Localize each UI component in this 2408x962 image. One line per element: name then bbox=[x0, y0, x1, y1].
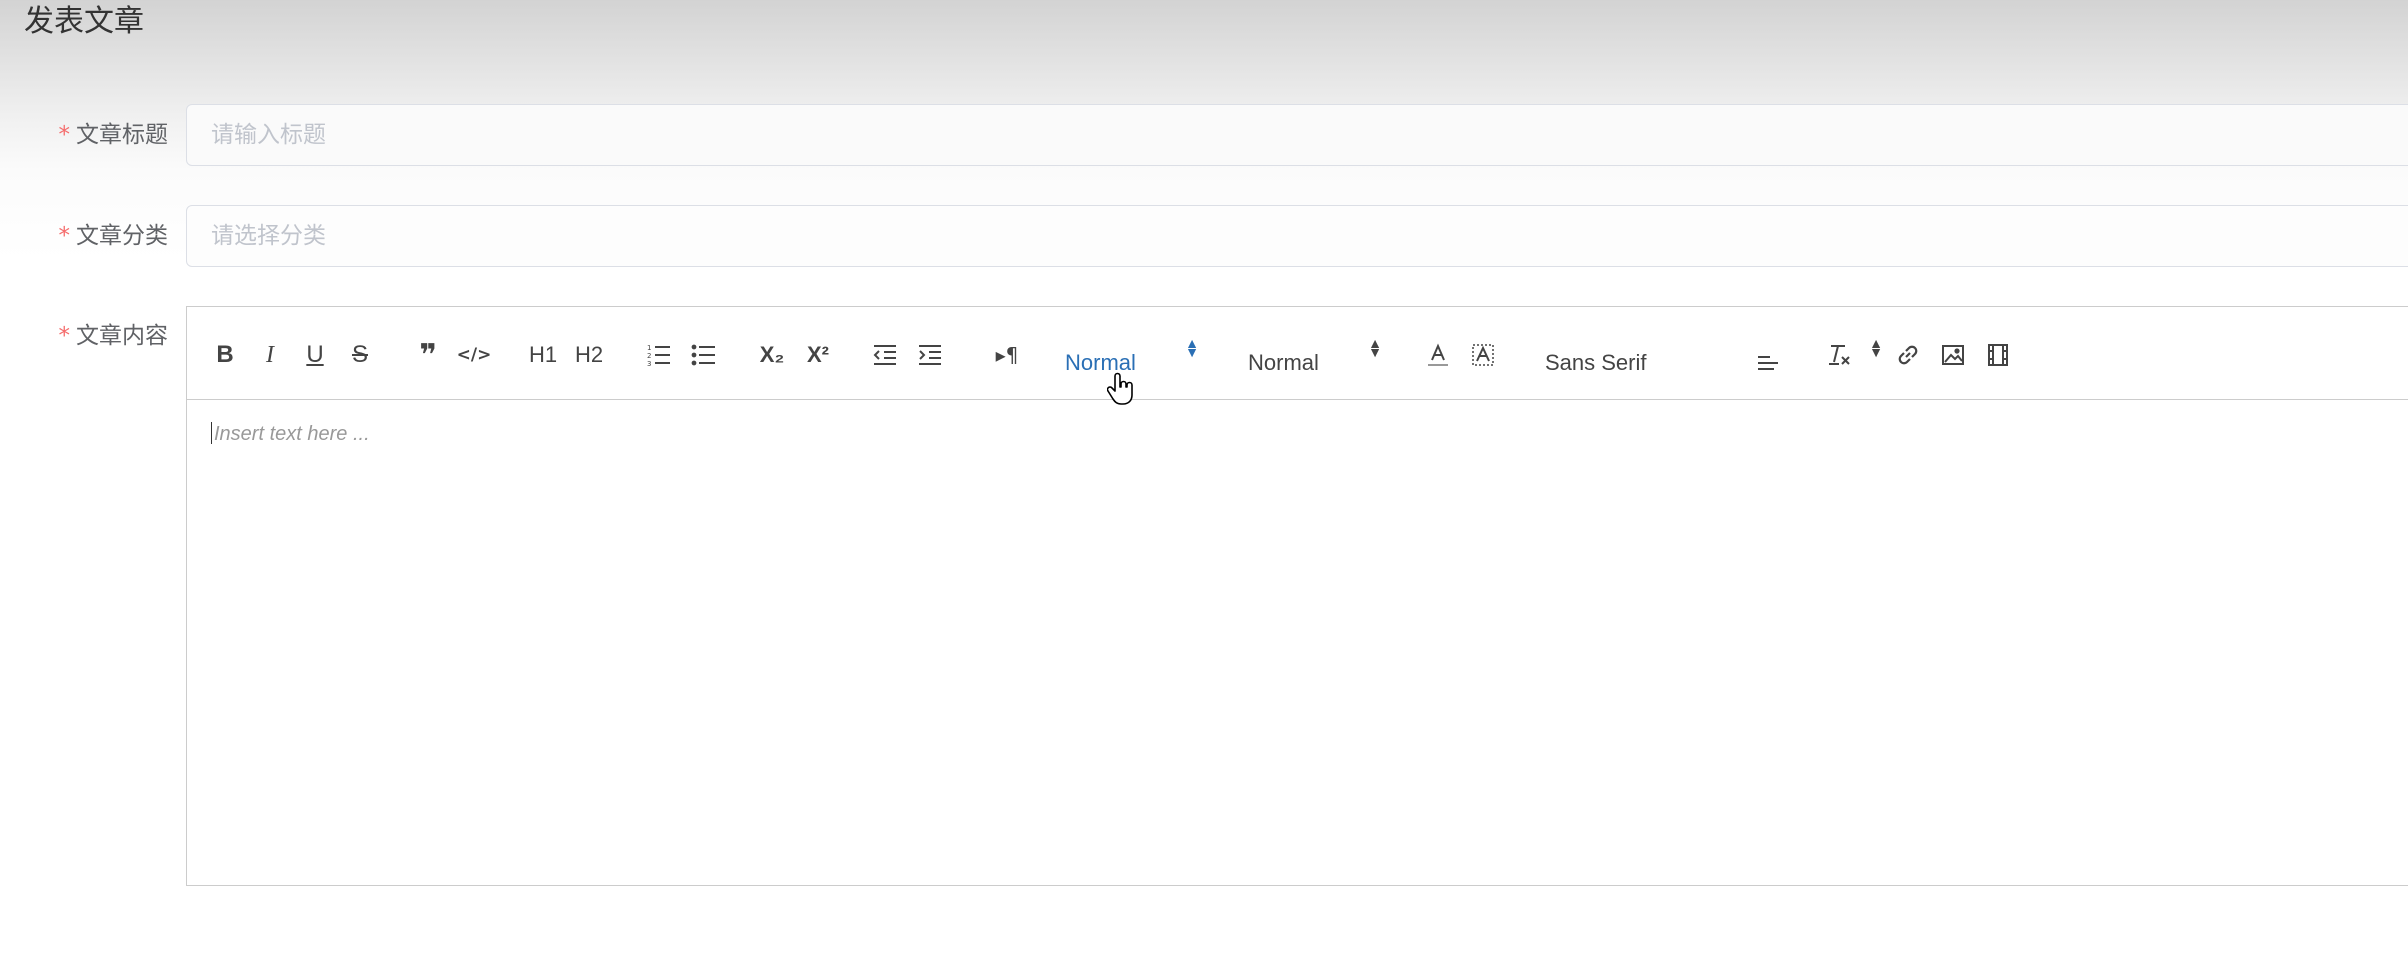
underline-button[interactable]: U bbox=[297, 337, 333, 373]
editor-content-area[interactable]: Insert text here ... bbox=[187, 400, 2408, 885]
title-input[interactable]: 请输入标题 bbox=[186, 104, 2408, 166]
font-picker[interactable]: Sans Serif ▲ ▼ bbox=[1545, 336, 1883, 381]
ordered-list-icon[interactable]: 1 2 3 bbox=[641, 337, 677, 373]
category-label: * 文章分类 bbox=[0, 220, 169, 252]
link-icon[interactable] bbox=[1890, 337, 1926, 373]
rich-text-editor: B I U S ❞ </> H1 H2 1 2 3 X₂ X² ▸¶ Norma… bbox=[186, 306, 2408, 886]
picker-arrows-icon: ▲ ▼ bbox=[1185, 335, 1199, 360]
background-color-icon[interactable] bbox=[1465, 337, 1501, 373]
content-label-text: 文章内容 bbox=[76, 323, 168, 349]
picker-arrows-icon: ▲ ▼ bbox=[1869, 335, 1883, 360]
hand-cursor-icon bbox=[1107, 372, 1133, 405]
strike-button[interactable]: S bbox=[342, 337, 378, 373]
indent-icon[interactable] bbox=[912, 337, 948, 373]
align-icon[interactable] bbox=[1750, 345, 1786, 381]
h2-button[interactable]: H2 bbox=[569, 337, 609, 373]
svg-text:3: 3 bbox=[647, 360, 651, 368]
category-label-text: 文章分类 bbox=[76, 223, 168, 249]
h1-button[interactable]: H1 bbox=[523, 337, 563, 373]
svg-text:1: 1 bbox=[647, 344, 651, 352]
picker-arrows-icon: ▲ ▼ bbox=[1368, 335, 1382, 360]
size-picker-label: Normal bbox=[1248, 350, 1319, 375]
subscript-button[interactable]: X₂ bbox=[754, 337, 790, 373]
editor-toolbar: B I U S ❞ </> H1 H2 1 2 3 X₂ X² ▸¶ Norma… bbox=[187, 307, 2408, 400]
size-picker[interactable]: Normal ▲ ▼ bbox=[1248, 336, 1382, 381]
bold-button[interactable]: B bbox=[207, 337, 243, 373]
blockquote-button[interactable]: ❞ bbox=[410, 337, 446, 373]
clean-format-icon[interactable] bbox=[1821, 337, 1857, 373]
text-color-icon[interactable] bbox=[1420, 337, 1456, 373]
video-icon[interactable] bbox=[1980, 337, 2016, 373]
title-label: * 文章标题 bbox=[0, 119, 169, 151]
content-label: * 文章内容 bbox=[0, 320, 169, 352]
italic-button[interactable]: I bbox=[252, 337, 288, 373]
outdent-icon[interactable] bbox=[867, 337, 903, 373]
required-mark: * bbox=[58, 323, 71, 349]
page-title: 发表文章 bbox=[24, 4, 144, 39]
required-mark: * bbox=[58, 122, 71, 148]
text-direction-button[interactable]: ▸¶ bbox=[985, 337, 1029, 373]
category-select[interactable]: 请选择分类 bbox=[186, 205, 2408, 267]
superscript-button[interactable]: X² bbox=[800, 337, 836, 373]
svg-text:2: 2 bbox=[647, 352, 651, 360]
title-label-text: 文章标题 bbox=[76, 122, 168, 148]
code-block-button[interactable]: </> bbox=[456, 337, 492, 373]
image-icon[interactable] bbox=[1935, 337, 1971, 373]
text-caret bbox=[211, 422, 212, 444]
required-mark: * bbox=[58, 223, 71, 249]
font-picker-label: Sans Serif bbox=[1545, 350, 1647, 375]
bullet-list-icon[interactable] bbox=[686, 337, 722, 373]
editor-placeholder: Insert text here ... bbox=[214, 423, 370, 445]
